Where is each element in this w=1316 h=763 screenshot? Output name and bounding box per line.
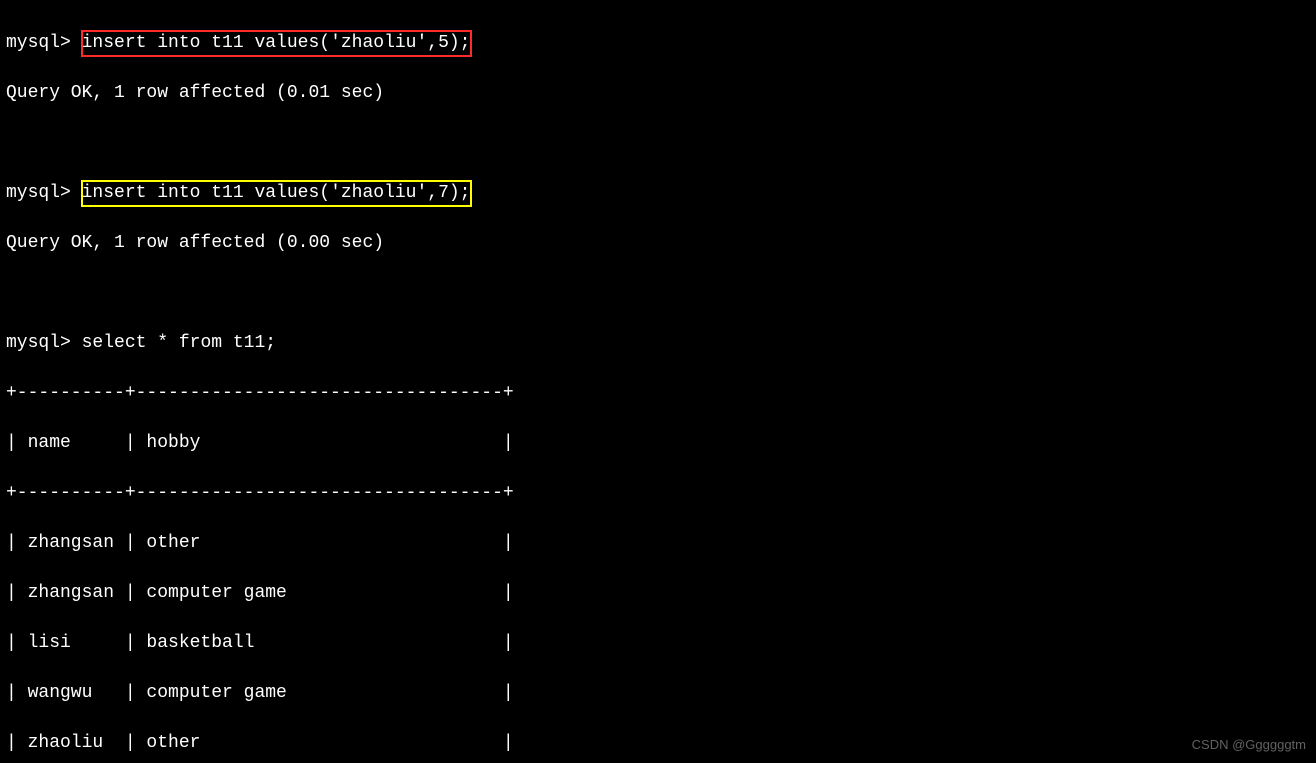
terminal-line: Query OK, 1 row affected (0.01 sec) [6, 81, 1310, 106]
terminal-line: mysql> insert into t11 values('zhaoliu',… [6, 31, 1310, 56]
table-border: +----------+----------------------------… [6, 381, 1310, 406]
table-row: | zhangsan | other | [6, 531, 1310, 556]
table-border: +----------+----------------------------… [6, 481, 1310, 506]
table-header: | name | hobby | [6, 431, 1310, 456]
mysql-prompt: mysql> [6, 183, 82, 203]
mysql-prompt: mysql> [6, 333, 82, 353]
table-row: | lisi | basketball | [6, 631, 1310, 656]
terminal-line: mysql> select * from t11; [6, 331, 1310, 356]
terminal-line: Query OK, 1 row affected (0.00 sec) [6, 231, 1310, 256]
table-row: | zhangsan | computer game | [6, 581, 1310, 606]
blank-line [6, 131, 1310, 156]
table-row: | zhaoliu | other | [6, 731, 1310, 756]
command-insert-1: insert into t11 values('zhaoliu',5); [82, 31, 471, 56]
command-select: select * from t11; [82, 333, 276, 353]
watermark-text: CSDN @Ggggggtm [1192, 732, 1306, 757]
terminal-window[interactable]: mysql> insert into t11 values('zhaoliu',… [0, 0, 1316, 763]
blank-line [6, 281, 1310, 306]
command-insert-2: insert into t11 values('zhaoliu',7); [82, 181, 471, 206]
mysql-prompt: mysql> [6, 33, 82, 53]
table-row: | wangwu | computer game | [6, 681, 1310, 706]
terminal-line: mysql> insert into t11 values('zhaoliu',… [6, 181, 1310, 206]
